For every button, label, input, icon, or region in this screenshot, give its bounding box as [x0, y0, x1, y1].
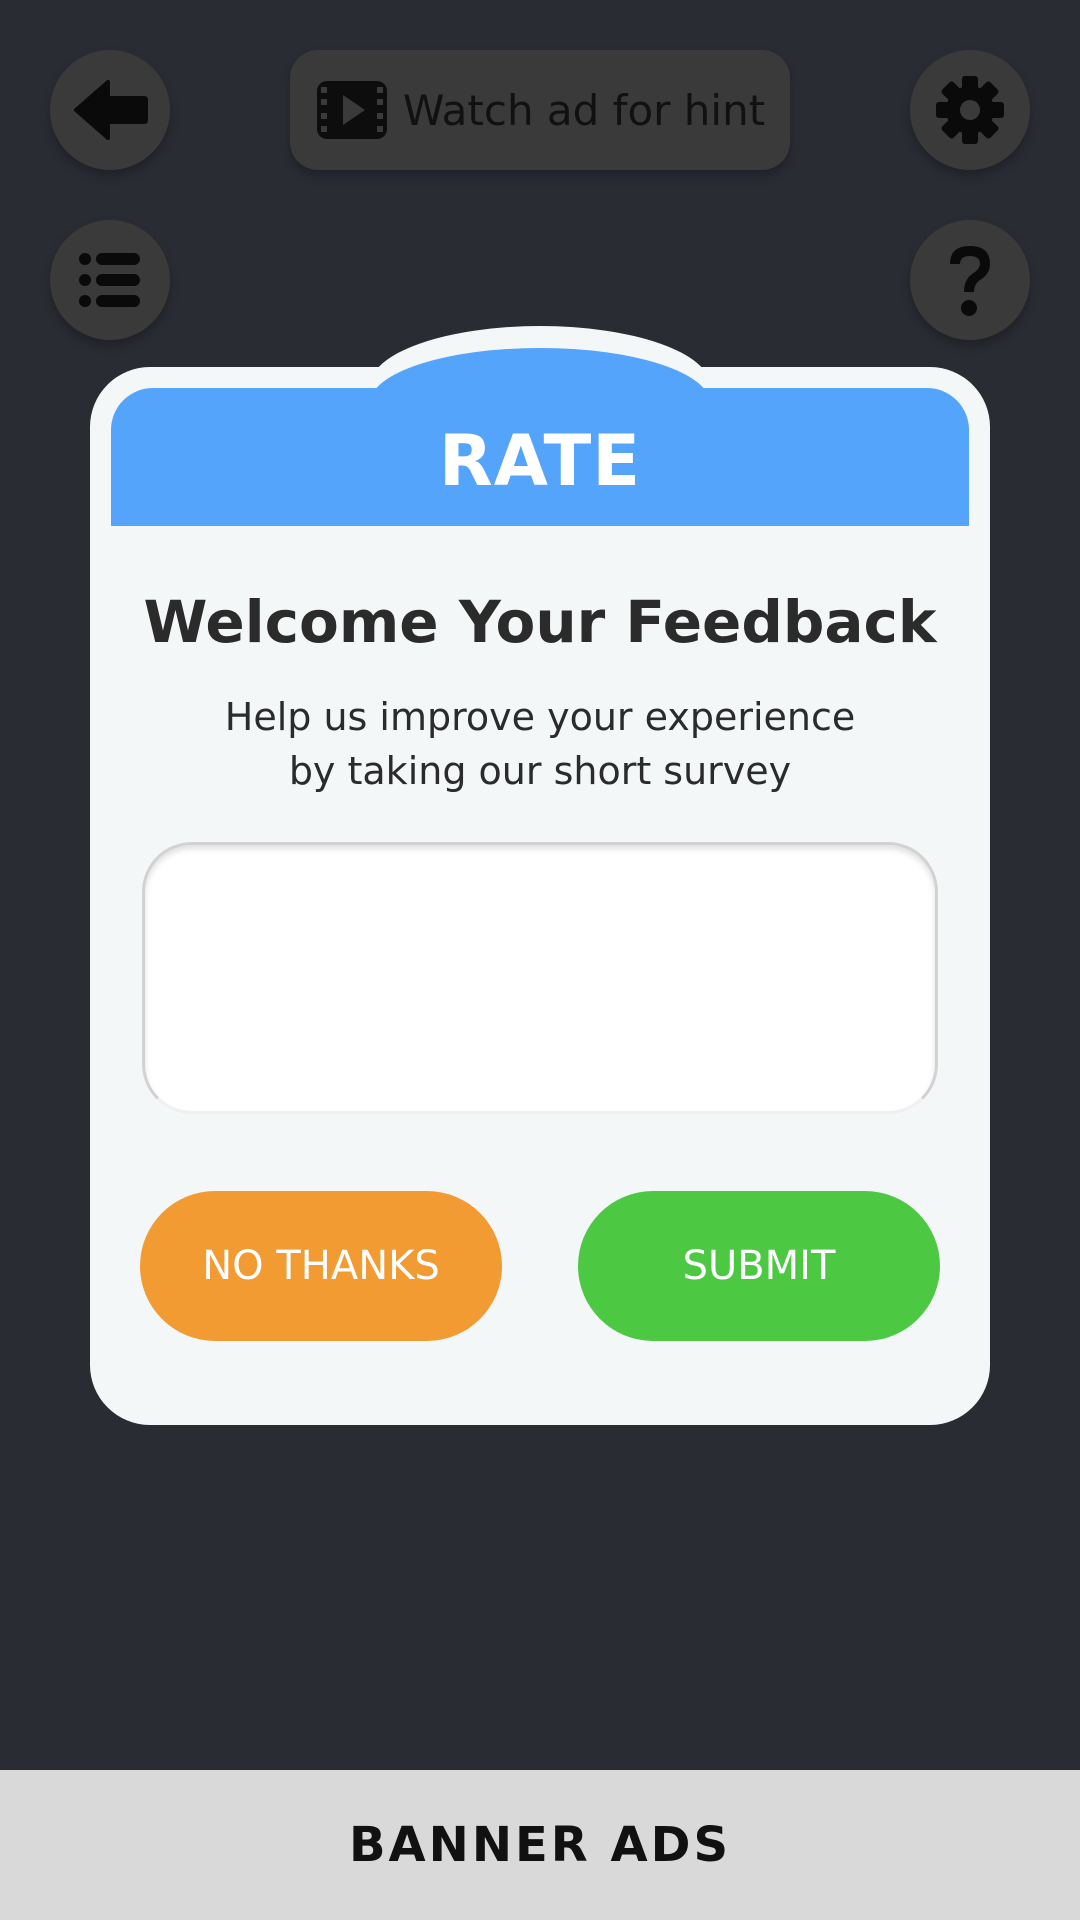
gear-icon: [936, 76, 1004, 144]
banner-ad-label: BANNER ADS: [348, 1817, 732, 1873]
dialog-header: RATE: [111, 388, 969, 526]
banner-ad[interactable]: BANNER ADS: [0, 1770, 1080, 1920]
video-play-icon: [316, 81, 387, 139]
help-button[interactable]: [910, 220, 1030, 340]
subtext-line-2: by taking our short survey: [288, 749, 792, 793]
subtext-line-1: Help us improve your experience: [224, 695, 856, 739]
dialog-title: RATE: [438, 420, 642, 502]
feedback-subtext: Help us improve your experience by takin…: [90, 690, 990, 798]
arrow-left-icon: [74, 80, 148, 140]
feedback-heading: Welcome Your Feedback: [143, 588, 937, 656]
no-thanks-button[interactable]: NO THANKS: [140, 1191, 502, 1341]
watch-ad-hint-button[interactable]: Watch ad for hint: [290, 50, 790, 170]
hint-button-label: Watch ad for hint: [402, 85, 766, 135]
list-icon: [79, 253, 140, 307]
settings-button[interactable]: [910, 50, 1030, 170]
submit-button[interactable]: SUBMIT: [578, 1191, 940, 1341]
back-button[interactable]: [50, 50, 170, 170]
question-mark-icon: [950, 246, 990, 316]
level-list-button[interactable]: [50, 220, 170, 340]
feedback-input[interactable]: [142, 842, 938, 1114]
